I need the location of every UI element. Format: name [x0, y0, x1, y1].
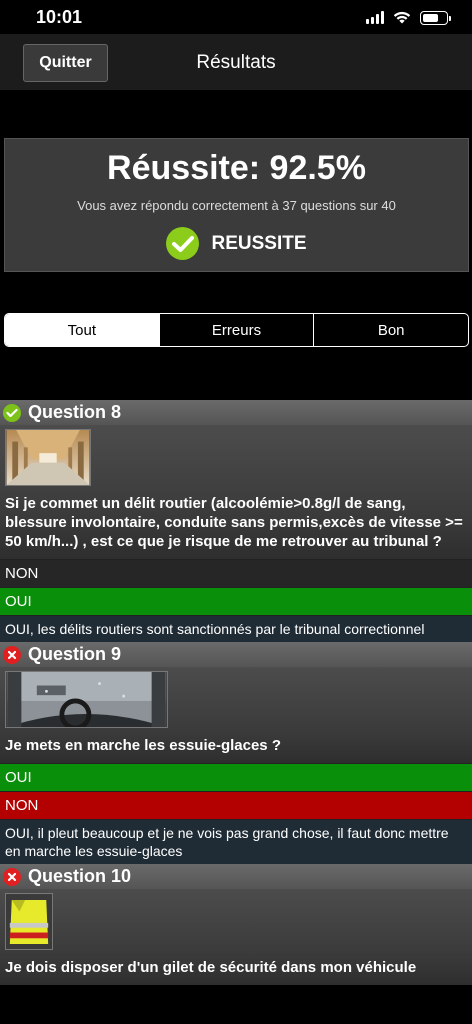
filter-all[interactable]: Tout	[5, 314, 159, 346]
question-header: Question 8	[0, 400, 472, 425]
wifi-icon	[393, 11, 411, 24]
wrong-cross-icon	[3, 645, 21, 664]
question-body: Je mets en marche les essuie-glaces ?	[0, 667, 472, 763]
wrong-cross-icon	[3, 867, 21, 886]
question-text: Je dois disposer d'un gilet de sécurité …	[5, 959, 417, 976]
answer-option-wrong: NON	[0, 791, 472, 819]
nav-bar: Quitter Résultats	[0, 34, 472, 90]
answer-option-correct: OUI	[0, 763, 472, 791]
correct-check-icon	[3, 403, 21, 422]
page-title: Résultats	[196, 52, 276, 73]
status-time: 10:01	[36, 7, 83, 27]
answer-option: NON	[0, 559, 472, 587]
answer-option-correct: OUI	[0, 587, 472, 615]
result-summary: Réussite: 92.5% Vous avez répondu correc…	[4, 138, 469, 272]
question-text: Si je commet un délit routier (alcoolémi…	[5, 495, 463, 550]
question-header: Question 10	[0, 864, 472, 889]
question-header: Question 9	[0, 642, 472, 667]
question-image[interactable]	[5, 671, 168, 728]
filter-segmented-control: Tout Erreurs Bon	[4, 313, 469, 347]
result-status-label: REUSSITE	[211, 232, 307, 254]
question-body: Si je commet un délit routier (alcoolémi…	[0, 425, 472, 559]
success-check-icon	[166, 227, 200, 260]
status-bar: 10:01	[0, 0, 472, 34]
result-status: REUSSITE	[5, 227, 468, 260]
question-list[interactable]: Question 8 Si je commet un délit routier…	[0, 400, 472, 1024]
battery-icon	[420, 10, 451, 25]
filter-errors[interactable]: Erreurs	[158, 314, 314, 346]
filter-good[interactable]: Bon	[313, 314, 468, 346]
question-title: Question 8	[28, 402, 122, 422]
status-icons	[366, 10, 451, 25]
answer-explanation: OUI, il pleut beaucoup et je ne vois pas…	[0, 819, 472, 864]
question-text: Je mets en marche les essuie-glaces ?	[5, 737, 281, 754]
question-image[interactable]	[5, 429, 91, 486]
score-text: Réussite: 92.5%	[107, 149, 366, 187]
cellular-signal-icon	[366, 11, 384, 24]
question-body: Je dois disposer d'un gilet de sécurité …	[0, 889, 472, 985]
question-title: Question 9	[28, 644, 122, 664]
score-summary: Vous avez répondu correctement à 37 ques…	[77, 198, 396, 213]
answer-explanation: OUI, les délits routiers sont sanctionné…	[0, 615, 472, 642]
question-title: Question 10	[28, 866, 132, 886]
question-image[interactable]	[5, 893, 53, 950]
